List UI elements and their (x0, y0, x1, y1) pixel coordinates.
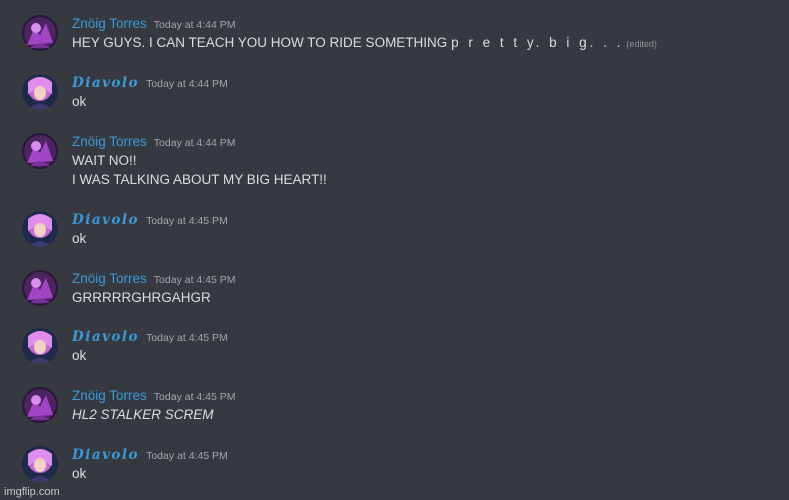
avatar-diavolo[interactable] (22, 328, 58, 364)
avatar-diavolo[interactable] (22, 211, 58, 247)
message-text: GRRRRRGHRGAHGR (72, 290, 211, 305)
avatar-torres[interactable] (22, 270, 58, 306)
username[interactable]: Diavolo (72, 212, 139, 228)
timestamp[interactable]: Today at 4:44 PM (154, 19, 236, 31)
message-content: WAIT NO!! I WAS TALKING ABOUT MY BIG HEA… (72, 151, 327, 189)
message-content: ok (72, 464, 86, 483)
message-header: Znöig Torres Today at 4:44 PM (72, 133, 236, 151)
message-header: Diavolo Today at 4:44 PM (72, 74, 228, 92)
message-text: ok (72, 231, 87, 246)
username[interactable]: Diavolo (72, 329, 139, 345)
timestamp[interactable]: Today at 4:45 PM (154, 274, 236, 286)
timestamp[interactable]: Today at 4:44 PM (154, 137, 236, 149)
message-text: I WAS TALKING ABOUT MY BIG HEART!! (72, 172, 327, 187)
message-header: Znöig Torres Today at 4:45 PM (72, 387, 236, 405)
message-header: Znöig Torres Today at 4:45 PM (72, 270, 236, 288)
message-text: WAIT NO!! (72, 153, 137, 168)
message-text: ok (72, 94, 87, 109)
timestamp[interactable]: Today at 4:45 PM (146, 450, 228, 462)
username[interactable]: Diavolo (72, 447, 139, 463)
message-header: Diavolo Today at 4:45 PM (72, 328, 228, 346)
chat-log: Znöig Torres Today at 4:44 PM HEY GUYS. I… (0, 0, 789, 500)
avatar-torres[interactable] (22, 133, 58, 169)
username[interactable]: Znöig Torres (72, 388, 147, 403)
timestamp[interactable]: Today at 4:45 PM (154, 391, 236, 403)
edited-label: (edited) (626, 39, 657, 49)
message-content: GRRRRRGHRGAHGR (72, 288, 211, 307)
username[interactable]: Znöig Torres (72, 271, 147, 286)
watermark: imgflip.com (4, 486, 60, 498)
timestamp[interactable]: Today at 4:45 PM (146, 332, 228, 344)
message-text: HL2 STALKER SCREM (72, 407, 214, 422)
username[interactable]: Diavolo (72, 75, 139, 91)
avatar-torres[interactable] (22, 15, 58, 51)
avatar-diavolo[interactable] (22, 74, 58, 110)
message-text: ok (72, 348, 87, 363)
avatar-diavolo[interactable] (22, 446, 58, 482)
message-header: Diavolo Today at 4:45 PM (72, 446, 228, 464)
username[interactable]: Znöig Torres (72, 134, 147, 149)
message-content: ok (72, 229, 86, 248)
message-text-spaced: p r e t t y. b i g. . . (451, 35, 624, 50)
avatar-torres[interactable] (22, 387, 58, 423)
message-content: HEY GUYS. I CAN TEACH YOU HOW TO RIDE SO… (72, 33, 657, 54)
message-content: HL2 STALKER SCREM (72, 405, 214, 424)
timestamp[interactable]: Today at 4:44 PM (146, 78, 228, 90)
username[interactable]: Znöig Torres (72, 16, 147, 31)
message-content: ok (72, 92, 86, 111)
message-text: HEY GUYS. I CAN TEACH YOU HOW TO RIDE SO… (72, 35, 452, 50)
message-header: Diavolo Today at 4:45 PM (72, 211, 228, 229)
timestamp[interactable]: Today at 4:45 PM (146, 215, 228, 227)
message-header: Znöig Torres Today at 4:44 PM (72, 15, 236, 33)
message-text: ok (72, 466, 87, 481)
message-content: ok (72, 346, 86, 365)
